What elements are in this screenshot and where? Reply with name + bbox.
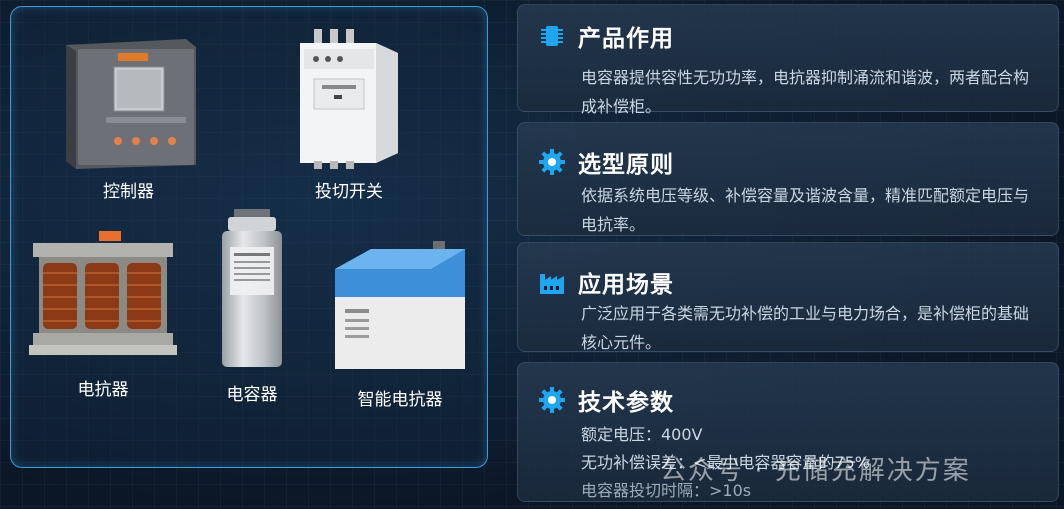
- product-switch[interactable]: 投切开关: [294, 27, 404, 202]
- chip-icon: [538, 22, 566, 50]
- card-selection-principle: 选型原则 依据系统电压等级、补偿容量及谐波含量，精准匹配额定电压与电抗率。: [517, 122, 1059, 236]
- smart-reactor-image: [335, 241, 465, 369]
- product-panel: 控制器 投切开关 电抗器 电容器 智能电抗器: [10, 6, 488, 468]
- product-reactor[interactable]: 电抗器: [29, 229, 177, 400]
- product-label: 电抗器: [77, 380, 129, 400]
- gear-icon: [538, 148, 566, 176]
- factory-icon: [538, 268, 566, 296]
- watermark: 公众号 · 充储充解决方案: [660, 456, 971, 486]
- gear-icon: [538, 386, 566, 414]
- product-smart-reactor[interactable]: 智能电抗器: [331, 239, 469, 410]
- switch-image: [300, 29, 398, 169]
- product-label: 电容器: [226, 385, 278, 405]
- card-body: 广泛应用于各类需无功补偿的工业与电力场合，是补偿柜的基础核心元件。: [581, 304, 1030, 352]
- product-label: 投切开关: [315, 182, 383, 202]
- card-application-scenario: 应用场景 广泛应用于各类需无功补偿的工业与电力场合，是补偿柜的基础核心元件。: [517, 242, 1059, 352]
- card-product-function: 产品作用 电容器提供容性无功功率，电抗器抑制涌流和谐波，两者配合构成补偿柜。: [517, 4, 1059, 116]
- card-title: 选型原则: [578, 152, 674, 178]
- capacitor-image: [222, 209, 282, 367]
- card-body: 依据系统电压等级、补偿容量及谐波含量，精准匹配额定电压与电抗率。: [581, 186, 1030, 234]
- spec-rated-voltage: 额定电压：400V: [581, 425, 703, 444]
- card-title: 技术参数: [578, 390, 674, 416]
- card-title: 产品作用: [578, 26, 674, 52]
- card-body: 电容器提供容性无功功率，电抗器抑制涌流和谐波，两者配合构成补偿柜。: [581, 68, 1030, 116]
- product-controller[interactable]: 控制器: [56, 37, 201, 202]
- reactor-image: [29, 231, 177, 355]
- product-label: 控制器: [103, 182, 154, 202]
- product-label: 智能电抗器: [357, 390, 443, 410]
- card-title: 应用场景: [578, 272, 674, 298]
- product-capacitor[interactable]: 电容器: [216, 207, 288, 405]
- controller-image: [66, 39, 196, 169]
